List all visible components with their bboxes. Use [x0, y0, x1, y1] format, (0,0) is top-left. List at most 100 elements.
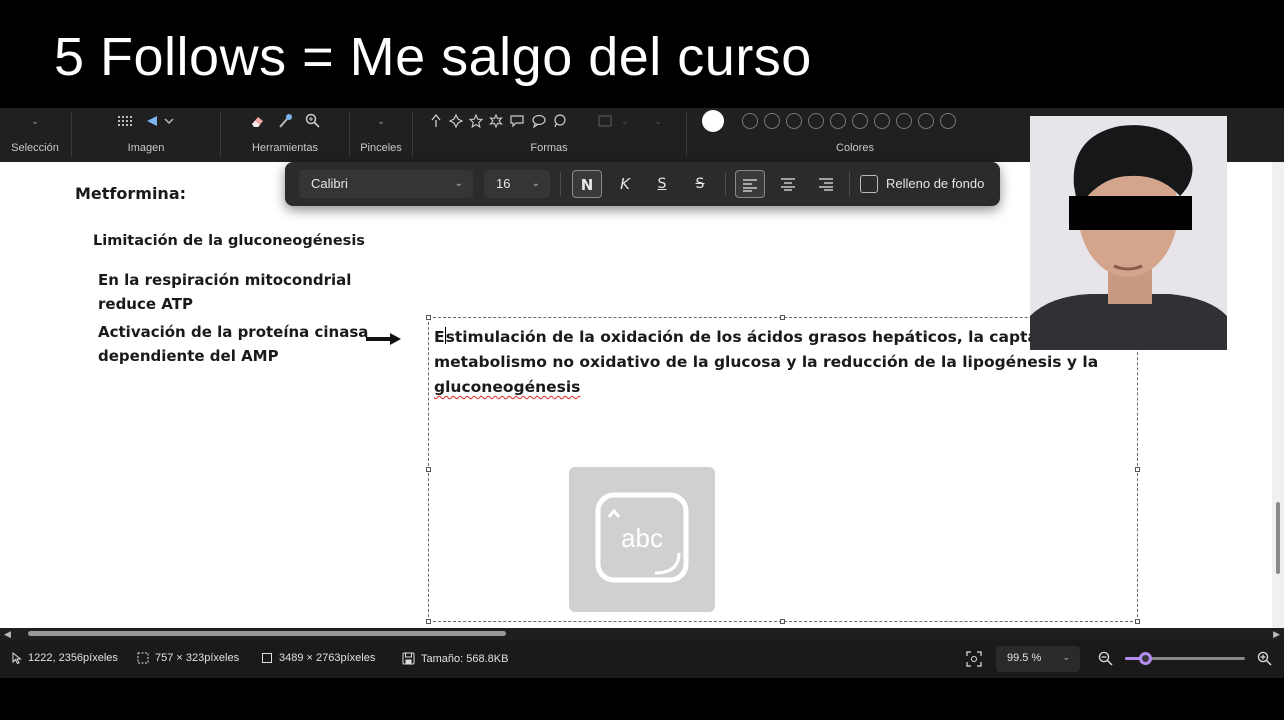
doc-subheading: Limitación de la gluconeogénesis	[93, 233, 365, 249]
align-right-button[interactable]	[811, 170, 841, 198]
text-box-content[interactable]: Estimulación de la oxidación de los ácid…	[434, 325, 1124, 400]
scroll-left-icon[interactable]: ◀	[4, 629, 11, 640]
chevron-down-icon[interactable]: ⌄	[377, 116, 385, 127]
fit-to-window-icon[interactable]	[966, 651, 982, 667]
chevron-down-icon[interactable]: ⌄	[621, 116, 629, 127]
vertical-scroll-thumb[interactable]	[1276, 502, 1280, 574]
zoom-level-select[interactable]: 99.5 % ⌄	[996, 646, 1080, 672]
ribbon-group-shapes: ⌄ ⌄ Formas	[413, 108, 685, 162]
ribbon-group-image: Imagen	[72, 108, 220, 162]
horizontal-scroll-thumb[interactable]	[28, 631, 506, 636]
shape-outline-icon[interactable]	[597, 114, 615, 128]
font-size-value: 16	[496, 176, 511, 191]
resize-handle[interactable]	[426, 619, 431, 624]
chevron-down-icon[interactable]: ⌄	[31, 116, 39, 127]
background-fill-label: Relleno de fondo	[886, 176, 985, 191]
arrow-shape-icon[interactable]	[429, 114, 443, 128]
color-swatch-empty[interactable]	[830, 113, 846, 129]
canvas-size: 3489 × 2763píxeles	[261, 652, 375, 664]
resize-handle[interactable]	[426, 467, 431, 472]
arrow-right-icon	[366, 333, 401, 345]
color-swatch-empty[interactable]	[918, 113, 934, 129]
chevron-down-icon[interactable]: ⌄	[655, 116, 663, 127]
canvas-size-value: 3489 × 2763píxeles	[279, 652, 376, 664]
color-swatch-empty[interactable]	[874, 113, 890, 129]
vertical-scrollbar[interactable]	[1272, 162, 1284, 628]
color-swatch-empty[interactable]	[896, 113, 912, 129]
resize-handle[interactable]	[780, 315, 785, 320]
doc-point-respiration: En la respiración mitocondrial reduce AT…	[98, 271, 352, 313]
italic-button[interactable]: K	[610, 170, 640, 198]
zoom-level-value: 99.5 %	[1007, 652, 1042, 664]
zoom-slider-thumb[interactable]	[1139, 652, 1153, 665]
status-bar: 1222, 2356píxeles 757 × 323píxeles 3489 …	[0, 640, 1284, 678]
scroll-right-icon[interactable]: ▶	[1273, 629, 1280, 640]
color-swatch-empty[interactable]	[852, 113, 868, 129]
resize-handle[interactable]	[1135, 619, 1140, 624]
file-size: Tamaño: 568.8KB	[402, 652, 508, 665]
align-center-button[interactable]	[773, 170, 803, 198]
resize-handle[interactable]	[780, 619, 785, 624]
callout-cloud-icon[interactable]	[553, 114, 567, 128]
ribbon-group-selection[interactable]: ⌄ Selección	[0, 108, 70, 162]
text-format-bar: Calibri ⌄ 16 ⌄ N K S S Relleno de fondo	[285, 162, 1000, 206]
font-size-select[interactable]: 16 ⌄	[484, 170, 550, 198]
color-picker-icon[interactable]	[277, 113, 293, 129]
rotate-icon[interactable]	[145, 114, 175, 128]
doc-heading: Metformina:	[75, 184, 187, 203]
ribbon-label-brushes: Pinceles	[360, 142, 402, 154]
overlay-banner: 5 Follows = Me salgo del curso	[0, 0, 1284, 108]
ribbon-group-colors: Colores	[690, 108, 990, 162]
cursor-icon	[12, 652, 22, 664]
eraser-icon[interactable]	[249, 113, 265, 129]
color-swatch-empty[interactable]	[764, 113, 780, 129]
toolbar-divider	[725, 172, 726, 196]
ribbon-label-tools: Herramientas	[251, 142, 319, 154]
text-box-first-letter: E	[434, 328, 445, 346]
ribbon-label-selection: Selección	[11, 142, 59, 154]
color-swatch-empty[interactable]	[742, 113, 758, 129]
align-center-icon	[781, 178, 795, 191]
align-left-icon	[743, 179, 757, 192]
star-icon[interactable]	[469, 114, 483, 128]
callout-oval-icon[interactable]	[531, 114, 547, 128]
selection-size: 757 × 323píxeles	[137, 652, 239, 664]
horizontal-scrollbar[interactable]: ◀ ▶	[0, 628, 1284, 640]
color-swatch-empty[interactable]	[808, 113, 824, 129]
align-left-button[interactable]	[735, 170, 765, 198]
canvas-icon	[262, 653, 272, 663]
bold-button[interactable]: N	[572, 170, 602, 198]
zoom-in-icon[interactable]	[1257, 651, 1272, 666]
resize-handle[interactable]	[1135, 467, 1140, 472]
zoom-out-icon[interactable]	[1098, 651, 1113, 666]
file-size-value: Tamaño: 568.8KB	[421, 652, 509, 665]
ribbon-divider	[686, 112, 687, 156]
background-fill-checkbox[interactable]	[860, 175, 878, 193]
zoom-slider[interactable]	[1125, 652, 1245, 665]
selection-icon	[137, 652, 149, 664]
color-swatch-white[interactable]	[702, 110, 724, 132]
overlay-title: 5 Follows = Me salgo del curso	[54, 27, 812, 87]
font-family-value: Calibri	[311, 176, 348, 191]
text-box-body: stimulación de la oxidación de los ácido…	[434, 328, 1111, 371]
resize-handle[interactable]	[426, 315, 431, 320]
ribbon-group-brushes[interactable]: ⌄ Pinceles	[350, 108, 412, 162]
ribbon-label-colors: Colores	[836, 142, 874, 154]
ribbon-group-tools: Herramientas	[221, 108, 349, 162]
four-point-star-icon[interactable]	[449, 114, 463, 128]
save-disk-icon	[402, 652, 415, 665]
strikethrough-button[interactable]: S	[685, 170, 715, 198]
magnifier-icon[interactable]	[305, 113, 321, 129]
six-point-star-icon[interactable]	[489, 114, 503, 128]
align-right-icon	[819, 178, 833, 191]
color-swatch-empty[interactable]	[940, 113, 956, 129]
color-swatch-empty[interactable]	[786, 113, 802, 129]
underline-button[interactable]: S	[647, 170, 677, 198]
callout-rect-icon[interactable]	[509, 114, 525, 128]
crop-icon[interactable]	[117, 114, 133, 128]
ribbon-label-image: Imagen	[127, 142, 165, 154]
abc-label: abc	[621, 523, 663, 553]
font-family-select[interactable]: Calibri ⌄	[299, 170, 473, 198]
toolbar-divider	[849, 172, 850, 196]
cursor-position: 1222, 2356píxeles	[12, 652, 118, 664]
